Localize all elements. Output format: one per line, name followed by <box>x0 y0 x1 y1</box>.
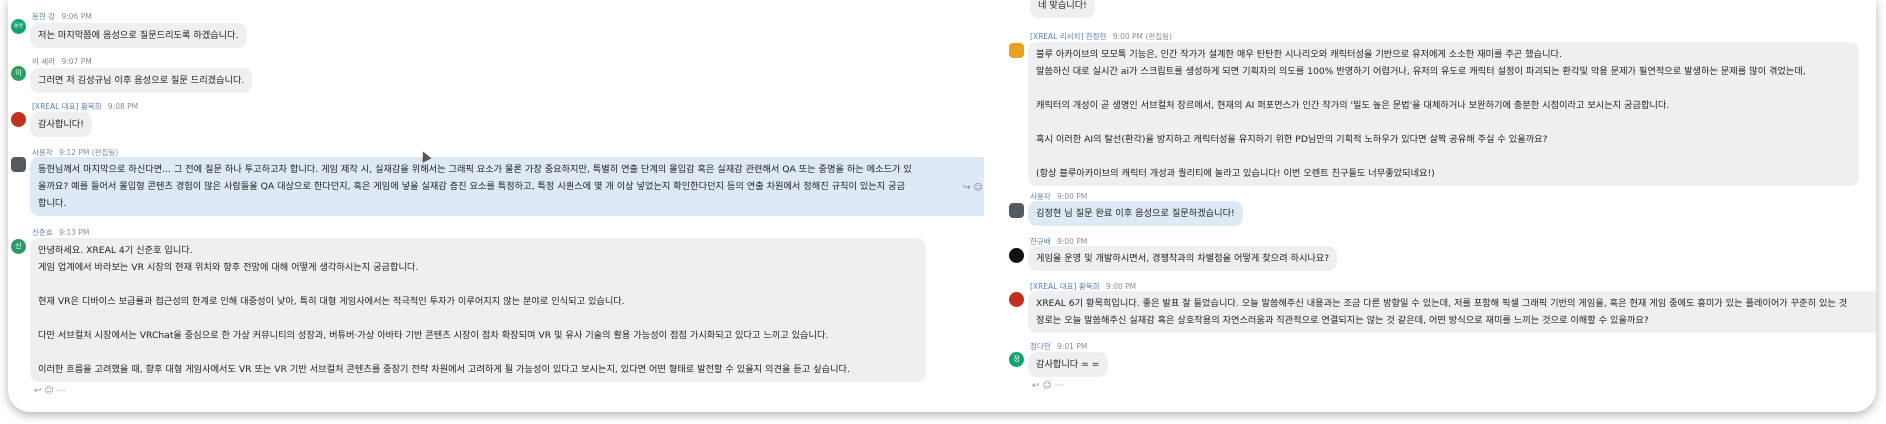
avatar[interactable] <box>11 112 26 127</box>
message-text: 이러한 흐름을 고려했을 때, 향후 대형 게임사에서도 VR 또는 VR 기반… <box>38 364 850 375</box>
timestamp: 9:08 PM <box>107 102 139 111</box>
avatar[interactable] <box>1009 292 1024 307</box>
sender-name[interactable]: [XREAL 대표] 황목희 <box>1030 282 1100 291</box>
message-bubble: 그러면 저 김성규님 이후 음성으로 질문 드리겠습니다. <box>30 68 253 93</box>
message-text: (항상 블루아카이브의 캐릭터 개성과 퀄리티에 놀라고 있습니다! 이번 오렌… <box>1036 168 1435 179</box>
timestamp: 9:00 PM (편집됨) <box>1112 32 1172 41</box>
message-text: 혹시 이러한 AI의 탈선(환각)을 방지하고 캐릭터성을 유지하기 위한 PD… <box>1036 134 1548 145</box>
timestamp: 9:01 PM <box>1057 342 1088 351</box>
message-text: 게임을 운영 및 개발하시면서, 경쟁작과의 차별점을 어떻게 찾으려 하시나요… <box>1036 253 1330 264</box>
avatar[interactable]: 동현 <box>11 19 26 34</box>
message-header: 이 세라 9:07 PM <box>32 56 92 67</box>
message-bubble: 네 맞습니다! <box>1030 0 1095 18</box>
message-actions[interactable]: ↩ ☺ ⋯ <box>34 386 66 396</box>
message-text: 정로는 오늘 말씀해주신 실재감 혹은 상호작용의 자연스러움과 직관적으로 연… <box>1036 315 1649 326</box>
message-header: 동현 강 9:06 PM <box>32 11 92 22</box>
timestamp: 9:12 PM (편집됨) <box>59 148 119 157</box>
message-header: [XREAL 대표] 황목희 9:08 PM <box>32 101 138 112</box>
sender-name[interactable]: 동현 강 <box>32 12 55 21</box>
message-bubble: 게임을 운영 및 개발하시면서, 경쟁작과의 차별점을 어떻게 찾으려 하시나요… <box>1028 246 1338 271</box>
message-text: 그러면 저 김성규님 이후 음성으로 질문 드리겠습니다. <box>38 75 245 86</box>
message-text: 동현님께서 마지막으로 하신다면... 그 전에 질문 하나 투고하고자 합니다… <box>38 164 912 175</box>
timestamp: 9:07 PM <box>61 57 92 66</box>
chat-column-left: 동현 동현 강 9:06 PM 저는 마지막쯤에 음성으로 질문드리도록 하겠습… <box>8 0 984 412</box>
message-text: 합니다. <box>38 198 67 209</box>
timestamp: 9:00 PM <box>1105 282 1137 291</box>
timestamp: 9:00 PM <box>1057 192 1088 201</box>
message-header: 신준호 9:13 PM <box>32 227 89 238</box>
avatar[interactable] <box>1009 203 1024 218</box>
message-bubble: 블루 아카이브의 모모톡 기능은, 인간 작가가 설계한 매우 탄탄한 시나리오… <box>1028 42 1859 186</box>
message-bubble: 안녕하세요. XREAL 4기 신준호 입니다. 게임 업계에서 바라보는 VR… <box>30 238 926 382</box>
message-text: 말씀하신 대로 실시간 ai가 스크립트를 생성하게 되면 기획자의 의도를 1… <box>1036 66 1806 77</box>
sender-name[interactable]: 한규배 <box>1030 237 1051 246</box>
message-text: 네 맞습니다! <box>1038 0 1087 11</box>
message-text: 감사합니다 = = <box>1036 359 1100 370</box>
message-header: [XREAL 리서치] 한정현 9:00 PM (편집됨) <box>1030 31 1172 42</box>
message-text: 블루 아카이브의 모모톡 기능은, 인간 작가가 설계한 매우 탄탄한 시나리오… <box>1036 49 1562 60</box>
chat-column-right: 네 맞습니다! [XREAL 리서치] 한정현 9:00 PM (편집됨) 블루… <box>1006 0 1876 412</box>
avatar[interactable]: 이 <box>11 66 26 81</box>
message-header: 정다현 9:01 PM <box>1030 341 1087 352</box>
timestamp: 9:06 PM <box>61 12 92 21</box>
sender-name[interactable]: 이 세라 <box>32 57 55 66</box>
message-text: 저는 마지막쯤에 음성으로 질문드리도록 하겠습니다. <box>38 30 239 41</box>
message-bubble: 감사합니다 = = <box>1028 352 1108 377</box>
message-text: 현재 VR은 디바이스 보급률과 접근성의 한계로 인해 대중성이 낮아, 특히… <box>38 296 625 307</box>
chat-window: 동현 동현 강 9:06 PM 저는 마지막쯤에 음성으로 질문드리도록 하겠습… <box>8 0 1876 412</box>
sender-name[interactable]: [XREAL 대표] 황목희 <box>32 102 102 111</box>
timestamp: 9:00 PM <box>1057 237 1088 246</box>
avatar[interactable] <box>1009 43 1024 58</box>
avatar[interactable] <box>1009 248 1024 263</box>
avatar[interactable] <box>11 157 26 172</box>
sender-name[interactable]: 사용자 <box>1030 192 1051 201</box>
message-text: 을까요? 예를 들어서 몰입형 콘텐츠 경험이 많은 사람들을 QA 대상으로 … <box>38 181 906 192</box>
message-hover-toolbar[interactable]: ↪ ☺ ⋯ <box>963 183 984 193</box>
message-text: 안녕하세요. XREAL 4기 신준호 입니다. <box>38 245 193 256</box>
message-text: 김정현 님 질문 완료 이후 음성으로 질문하겠습니다! <box>1036 208 1235 219</box>
sender-name[interactable]: 정다현 <box>1030 342 1051 351</box>
message-text: XREAL 6기 황목희입니다. 좋은 발표 잘 들었습니다. 오늘 말씀해주신… <box>1036 298 1848 309</box>
message-bubble: 김정현 님 질문 완료 이후 음성으로 질문하겠습니다! <box>1028 201 1243 226</box>
message-bubble: 감사합니다! <box>30 112 92 137</box>
avatar[interactable]: 정 <box>1009 352 1024 367</box>
avatar[interactable]: 신 <box>11 239 26 254</box>
message-text: 캐릭터의 개성이 곧 생명인 서브컬처 장르에서, 현재의 AI 퍼포먼스가 인… <box>1036 100 1670 111</box>
message-bubble: 동현님께서 마지막으로 하신다면... 그 전에 질문 하나 투고하고자 합니다… <box>30 157 984 216</box>
sender-name[interactable]: [XREAL 리서치] 한정현 <box>1030 32 1106 41</box>
sender-name[interactable]: 신준호 <box>32 228 53 237</box>
message-text: 게임 업계에서 바라보는 VR 시장의 현재 위치와 향후 전망에 대해 어떻게… <box>38 262 419 273</box>
message-bubble: XREAL 6기 황목희입니다. 좋은 발표 잘 들었습니다. 오늘 말씀해주신… <box>1028 291 1876 333</box>
message-bubble: 저는 마지막쯤에 음성으로 질문드리도록 하겠습니다. <box>30 23 247 48</box>
message-text: 감사합니다! <box>38 119 84 130</box>
message-actions[interactable]: ↩ ☺ ⋯ <box>1032 381 1064 391</box>
sender-name[interactable]: 사용자 <box>32 148 53 157</box>
message-text: 다만 서브컬처 시장에서는 VRChat을 중심으로 한 가상 커뮤니티의 성장… <box>38 330 829 341</box>
timestamp: 9:13 PM <box>59 228 90 237</box>
